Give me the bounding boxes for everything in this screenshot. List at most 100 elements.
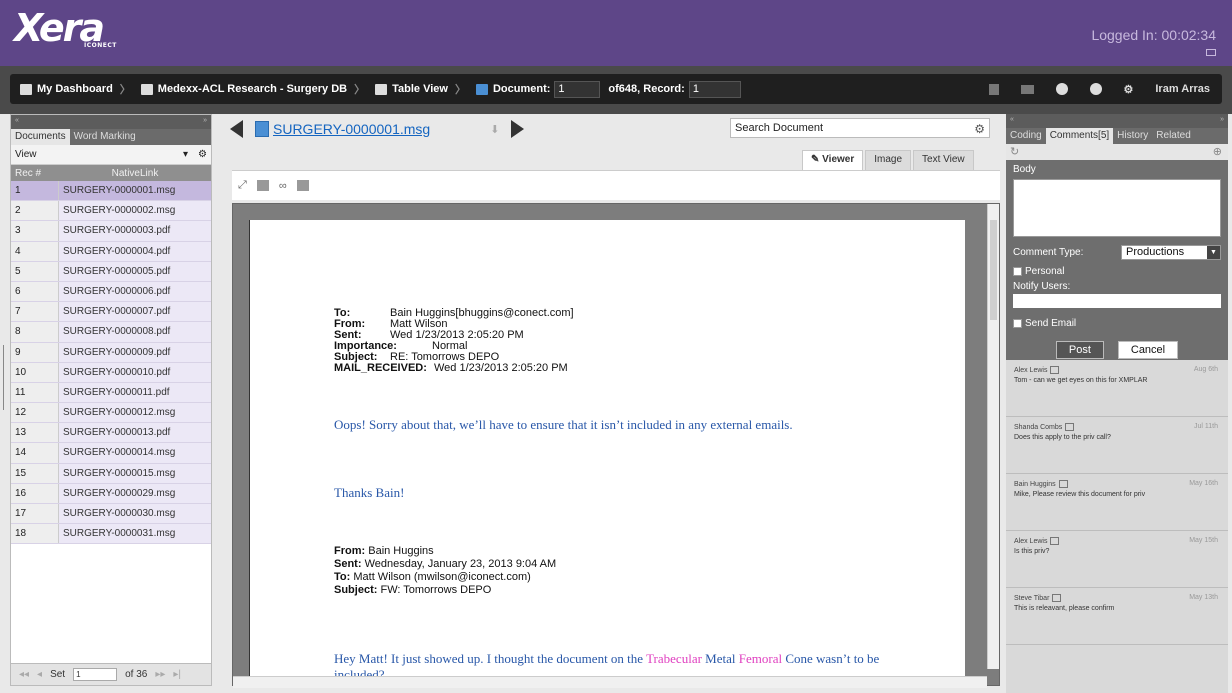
tab-related[interactable]: Related — [1152, 128, 1194, 144]
tab-coding[interactable]: Coding — [1006, 128, 1046, 144]
user-name[interactable]: Iram Arras — [1155, 83, 1210, 95]
search-input[interactable]: Search Document ⚙ — [730, 118, 990, 138]
mail-icon[interactable] — [1020, 84, 1034, 94]
help-icon[interactable] — [1055, 83, 1068, 95]
horizontal-scrollbar[interactable] — [233, 676, 987, 688]
cell-nativelink[interactable]: SURGERY-0000007.pdf — [59, 302, 211, 322]
expand-icon[interactable]: » — [203, 117, 207, 124]
table-row[interactable]: 17 SURGERY-0000030.msg — [11, 504, 211, 525]
search-settings-icon[interactable]: ⚙ — [974, 120, 985, 138]
cell-nativelink[interactable]: SURGERY-0000006.pdf — [59, 281, 211, 302]
chevron-down-icon[interactable]: ▼ — [1207, 246, 1220, 259]
tab-comments[interactable]: Comments[5] — [1045, 128, 1114, 144]
cell-nativelink[interactable]: SURGERY-0000030.msg — [59, 504, 211, 524]
table-row[interactable]: 8 SURGERY-0000008.pdf — [11, 322, 211, 343]
image-icon[interactable] — [296, 180, 309, 191]
gear-icon[interactable]: ⚙ — [198, 149, 207, 160]
table-row[interactable]: 15 SURGERY-0000015.msg — [11, 463, 211, 484]
resize-handle[interactable] — [3, 345, 4, 410]
tab-text-view[interactable]: Text View — [913, 150, 974, 170]
table-row[interactable]: 7 SURGERY-0000007.pdf — [11, 302, 211, 323]
cell-nativelink[interactable]: SURGERY-0000008.pdf — [59, 322, 211, 342]
cell-nativelink[interactable]: SURGERY-0000014.msg — [59, 443, 211, 463]
cancel-button[interactable]: Cancel — [1117, 341, 1179, 359]
post-button[interactable]: Post — [1055, 341, 1104, 359]
table-row[interactable]: 6 SURGERY-0000006.pdf — [11, 281, 211, 303]
view-selector[interactable]: View ▾ ⚙ — [11, 145, 211, 165]
cell-nativelink[interactable]: SURGERY-0000029.msg — [59, 483, 211, 503]
cell-nativelink[interactable]: SURGERY-0000012.msg — [59, 403, 211, 423]
send-email-checkbox[interactable] — [1013, 319, 1022, 328]
cell-nativelink[interactable]: SURGERY-0000002.msg — [59, 201, 211, 221]
next-page-icon[interactable]: ▸▸ — [155, 669, 165, 680]
tab-word-marking[interactable]: Word Marking — [70, 129, 140, 145]
cell-nativelink[interactable]: SURGERY-0000015.msg — [59, 463, 211, 483]
crumb-table-view[interactable]: Table View 〉 — [375, 81, 466, 97]
table-row[interactable]: 2 SURGERY-0000002.msg — [11, 201, 211, 222]
cell-nativelink[interactable]: SURGERY-0000005.pdf — [59, 261, 211, 281]
prev-document-icon[interactable] — [230, 120, 243, 138]
chevron-down-icon[interactable]: ▾ — [183, 149, 188, 160]
cell-nativelink[interactable]: SURGERY-0000011.pdf — [59, 382, 211, 403]
refresh-icon[interactable]: ↻ — [1010, 145, 1019, 158]
tab-history[interactable]: History — [1113, 128, 1152, 144]
comment-item[interactable]: Bain Huggins May 16th Mike, Please review … — [1006, 474, 1228, 531]
notify-users-input[interactable] — [1013, 294, 1221, 308]
comment-type-select[interactable]: Productions ▼ — [1121, 245, 1221, 260]
logout-icon[interactable] — [1089, 83, 1102, 95]
cell-nativelink[interactable]: SURGERY-0000003.pdf — [59, 221, 211, 241]
table-row[interactable]: 18 SURGERY-0000031.msg — [11, 524, 211, 545]
table-row[interactable]: 4 SURGERY-0000004.pdf — [11, 241, 211, 262]
tab-documents[interactable]: Documents — [11, 129, 70, 145]
tab-image[interactable]: Image — [865, 150, 912, 170]
table-row[interactable]: 5 SURGERY-0000005.pdf — [11, 261, 211, 282]
personal-checkbox[interactable] — [1013, 267, 1022, 276]
collapse-icon[interactable]: « — [1010, 116, 1014, 123]
tab-viewer[interactable]: ✎ Viewer — [802, 150, 864, 170]
table-row[interactable]: 9 SURGERY-0000009.pdf — [11, 342, 211, 363]
add-comment-icon[interactable]: ⊕ — [1213, 145, 1222, 158]
print-icon[interactable] — [256, 180, 269, 191]
record-number-input[interactable]: 1 — [688, 80, 741, 98]
table-row[interactable]: 1 SURGERY-0000001.msg — [11, 181, 211, 202]
cell-nativelink[interactable]: SURGERY-0000004.pdf — [59, 241, 211, 261]
first-page-icon[interactable]: ◂◂ — [19, 669, 29, 680]
next-document-icon[interactable] — [511, 120, 525, 138]
comment-item[interactable]: Alex Lewis Aug 6th Tom - can we get eyes o… — [1006, 360, 1228, 417]
crumb-dashboard[interactable]: My Dashboard 〉 — [20, 81, 131, 97]
doc-title-link[interactable]: SURGERY-0000001.msg — [273, 121, 430, 137]
scroll-thumb[interactable] — [990, 220, 997, 320]
crumb-database[interactable]: Medexx-ACL Research - Surgery DB 〉 — [140, 81, 365, 97]
col-rec[interactable]: Rec # — [11, 168, 59, 179]
cell-nativelink[interactable]: SURGERY-0000001.msg — [59, 181, 211, 201]
set-input[interactable]: 1 — [73, 668, 118, 681]
table-row[interactable]: 16 SURGERY-0000029.msg — [11, 483, 211, 504]
collapse-icon[interactable]: « — [15, 117, 19, 124]
table-row[interactable]: 3 SURGERY-0000003.pdf — [11, 221, 211, 242]
table-row[interactable]: 11 SURGERY-0000011.pdf — [11, 382, 211, 404]
comment-body-textarea[interactable] — [1013, 179, 1221, 237]
comment-item[interactable]: Alex Lewis May 15th Is this priv? — [1006, 531, 1228, 588]
document-number-input[interactable]: 1 — [554, 80, 601, 98]
comment-item[interactable]: Shanda Combs Jul 11th Does this apply to t… — [1006, 417, 1228, 474]
view-select[interactable]: View — [15, 149, 183, 160]
last-page-icon[interactable]: ▸| — [173, 669, 181, 680]
highlighted-term[interactable]: Femoral — [739, 651, 782, 666]
table-row[interactable]: 12 SURGERY-0000012.msg — [11, 403, 211, 424]
app-logo[interactable]: Xera ICONECT — [14, 8, 116, 49]
table-row[interactable]: 13 SURGERY-0000013.pdf — [11, 423, 211, 444]
cell-nativelink[interactable]: SURGERY-0000010.pdf — [59, 362, 211, 382]
download-icon[interactable]: ⬇ — [490, 123, 499, 136]
document-viewer[interactable]: To: Bain Huggins[bhuggins@conect.com] Fro… — [232, 203, 1000, 688]
comment-item[interactable]: Steve Tibar May 13th This is releavant, pl… — [1006, 588, 1228, 645]
flag-icon[interactable] — [988, 83, 999, 95]
table-row[interactable]: 10 SURGERY-0000010.pdf — [11, 362, 211, 383]
col-nativelink[interactable]: NativeLink — [59, 168, 211, 179]
cell-nativelink[interactable]: SURGERY-0000009.pdf — [59, 342, 211, 362]
session-icon[interactable] — [1206, 49, 1216, 56]
highlighted-term[interactable]: Trabecular — [646, 651, 702, 666]
link-icon[interactable]: ∞ — [279, 180, 287, 192]
vertical-scrollbar[interactable] — [987, 204, 999, 669]
fullscreen-icon[interactable]: ⤢ — [238, 179, 247, 192]
expand-icon[interactable]: » — [1220, 116, 1224, 123]
